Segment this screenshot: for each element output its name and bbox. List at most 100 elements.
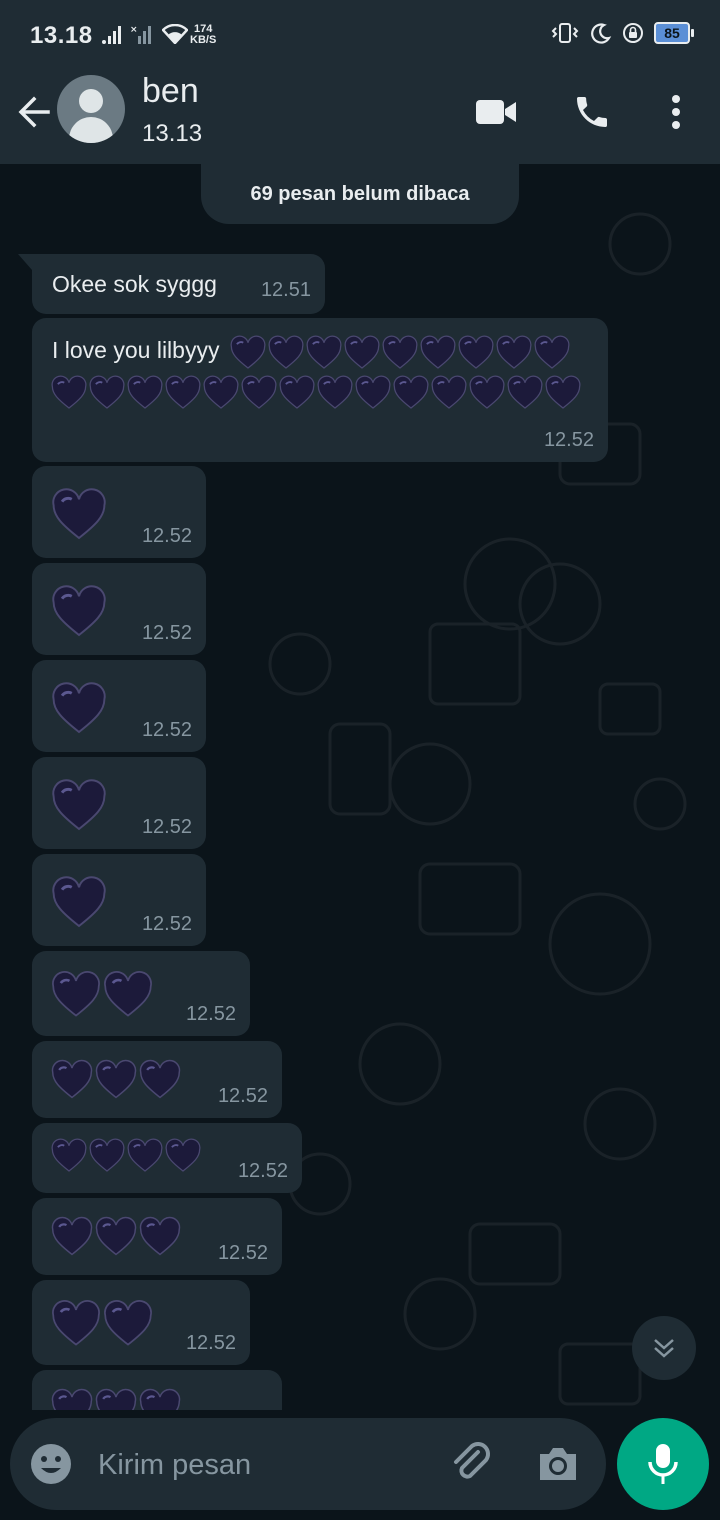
heart-emoji bbox=[52, 585, 106, 637]
status-right-icons: 85 bbox=[550, 22, 694, 44]
message-bubble[interactable]: Okee sok syggg 12.51 bbox=[18, 254, 325, 314]
heart-emoji bbox=[545, 375, 581, 409]
message-bubble[interactable]: 12.52 bbox=[32, 854, 206, 946]
heart-emoji bbox=[52, 876, 106, 928]
heart-emoji bbox=[139, 1388, 181, 1410]
message-text: Okee sok syggg bbox=[52, 271, 217, 297]
heart-emoji bbox=[52, 1300, 100, 1346]
heart-emoji bbox=[279, 375, 315, 409]
heart-emoji bbox=[165, 375, 201, 409]
heart-emoji bbox=[51, 1216, 93, 1256]
avatar[interactable] bbox=[57, 75, 125, 143]
message-bubble[interactable]: 12.52 bbox=[32, 563, 206, 655]
microphone-icon bbox=[648, 1444, 678, 1484]
network-speed-unit: KB/S bbox=[190, 34, 217, 46]
heart-emoji-row bbox=[50, 374, 582, 412]
heart-emoji bbox=[317, 375, 353, 409]
heart-emoji bbox=[127, 375, 163, 409]
video-call-button[interactable] bbox=[474, 90, 518, 134]
signal-no-service-icon: × bbox=[130, 25, 151, 44]
heart-emoji-row bbox=[50, 777, 108, 835]
heart-emoji-row bbox=[50, 1298, 154, 1350]
heart-emoji bbox=[51, 375, 87, 409]
emoji-button[interactable] bbox=[30, 1443, 72, 1485]
chat-header: ben 13.13 bbox=[0, 72, 720, 164]
attach-button[interactable] bbox=[448, 1440, 496, 1488]
heart-emoji bbox=[51, 1388, 93, 1410]
heart-emoji bbox=[165, 1138, 201, 1172]
heart-emoji bbox=[203, 375, 239, 409]
heart-emoji bbox=[95, 1216, 137, 1256]
heart-emoji bbox=[89, 1138, 125, 1172]
contact-last-seen: 13.13 bbox=[142, 120, 203, 147]
heart-emoji-row bbox=[50, 969, 154, 1021]
message-bubble[interactable]: 12.52 bbox=[32, 757, 206, 849]
heart-emoji-row bbox=[50, 1058, 182, 1102]
heart-emoji bbox=[344, 335, 380, 369]
chat-area[interactable]: 69 pesan belum dibaca Okee sok syggg 12.… bbox=[0, 164, 720, 1410]
heart-emoji bbox=[52, 779, 106, 831]
heart-emoji bbox=[52, 488, 106, 540]
emoji-icon bbox=[31, 1444, 71, 1484]
heart-emoji bbox=[52, 682, 106, 734]
heart-emoji bbox=[89, 375, 125, 409]
heart-emoji-row bbox=[50, 680, 108, 738]
heart-emoji-row bbox=[50, 874, 108, 932]
message-time: 12.52 bbox=[543, 429, 594, 451]
message-time: 12.52 bbox=[185, 1003, 236, 1025]
back-button[interactable] bbox=[14, 92, 54, 132]
phone-icon bbox=[577, 97, 607, 127]
camera-icon bbox=[540, 1448, 576, 1480]
rotation-lock-icon bbox=[623, 23, 643, 43]
message-bubble[interactable]: 12.52 bbox=[32, 1198, 282, 1275]
svg-text:×: × bbox=[130, 25, 138, 35]
heart-emoji bbox=[139, 1059, 181, 1099]
heart-emoji bbox=[51, 1138, 87, 1172]
status-bar: 13.18 × 174 KB/S 85 bbox=[0, 0, 720, 72]
message-input-bar bbox=[10, 1418, 606, 1510]
menu-button[interactable] bbox=[654, 90, 698, 134]
message-bubble[interactable]: 12.52 bbox=[32, 951, 250, 1036]
heart-emoji bbox=[496, 335, 532, 369]
message-bubble[interactable] bbox=[32, 1370, 282, 1410]
scroll-to-bottom-button[interactable] bbox=[632, 1316, 696, 1380]
network-speed: 174 KB/S bbox=[190, 24, 216, 46]
message-bubble[interactable]: 12.52 bbox=[32, 1280, 250, 1365]
message-bubble[interactable]: 12.52 bbox=[32, 466, 206, 558]
wifi-icon bbox=[162, 24, 188, 44]
heart-emoji-row bbox=[229, 334, 571, 372]
moon-icon bbox=[591, 23, 612, 44]
message-time: 12.52 bbox=[185, 1332, 236, 1354]
heart-emoji bbox=[306, 335, 342, 369]
double-chevron-down-icon bbox=[654, 1339, 674, 1358]
heart-emoji bbox=[355, 375, 391, 409]
contact-name[interactable]: ben bbox=[142, 72, 199, 111]
message-bubble[interactable]: 12.52 bbox=[32, 1041, 282, 1118]
heart-emoji bbox=[139, 1216, 181, 1256]
heart-emoji bbox=[241, 375, 277, 409]
heart-emoji-row bbox=[50, 486, 108, 544]
message-bubble[interactable]: I love you lilbyyy 12.52 bbox=[32, 318, 608, 462]
signal-icons: × bbox=[102, 24, 188, 44]
heart-emoji-row bbox=[50, 583, 108, 641]
message-time: 12.52 bbox=[141, 525, 192, 547]
message-bubble[interactable]: 12.52 bbox=[32, 1123, 302, 1193]
arrow-left-icon bbox=[18, 96, 50, 128]
heart-emoji bbox=[104, 971, 152, 1017]
message-time: 12.52 bbox=[141, 622, 192, 644]
voice-record-button[interactable] bbox=[617, 1418, 709, 1510]
unread-messages-banner: 69 pesan belum dibaca bbox=[201, 164, 519, 224]
message-input[interactable] bbox=[96, 1442, 430, 1488]
voice-call-button[interactable] bbox=[570, 90, 614, 134]
heart-emoji bbox=[268, 335, 304, 369]
camera-button[interactable] bbox=[536, 1442, 580, 1486]
message-time: 12.52 bbox=[141, 719, 192, 741]
heart-emoji-row bbox=[50, 1215, 182, 1259]
heart-emoji bbox=[507, 375, 543, 409]
message-bubble[interactable]: 12.52 bbox=[32, 660, 206, 752]
heart-emoji bbox=[534, 335, 570, 369]
message-time: 12.52 bbox=[237, 1160, 288, 1182]
heart-emoji bbox=[458, 335, 494, 369]
video-camera-icon bbox=[476, 100, 516, 124]
heart-emoji bbox=[104, 1300, 152, 1346]
